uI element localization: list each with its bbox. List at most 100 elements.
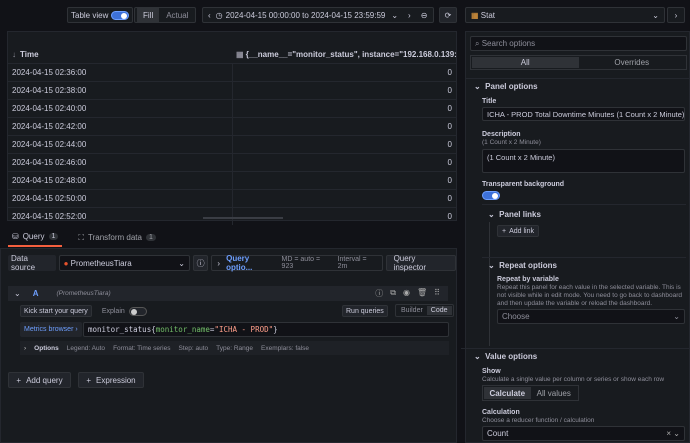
chevron-down-icon: ⌄ bbox=[673, 429, 680, 438]
run-queries-button[interactable]: Run queries bbox=[342, 305, 388, 317]
visualization-name: Stat bbox=[480, 10, 496, 20]
time-cell: 2024-04-15 02:40:00 bbox=[8, 100, 233, 117]
clear-icon[interactable]: × bbox=[666, 429, 671, 438]
transparent-label: Transparent background bbox=[482, 181, 565, 188]
interval-value: Interval = 2m bbox=[337, 256, 367, 270]
description-label: Description bbox=[482, 131, 521, 138]
clock-icon: ◷ bbox=[215, 10, 223, 20]
column-header-time[interactable]: Time bbox=[20, 50, 39, 59]
add-expression-button[interactable]: + Expression bbox=[78, 372, 144, 388]
data-source-name: PrometheusTiara bbox=[70, 258, 132, 268]
query-inspector-button[interactable]: Query inspector bbox=[385, 254, 456, 272]
visualization-picker[interactable]: ▦ Stat ⌄ bbox=[465, 7, 665, 23]
expand-icon: › bbox=[24, 344, 27, 352]
time-cell: 2024-04-15 02:46:00 bbox=[8, 154, 233, 171]
options-pane: ▦ Stat ⌄ › ⌕ Search options All Overrides… bbox=[460, 0, 690, 443]
prometheus-icon: ● bbox=[63, 258, 69, 268]
drag-handle-icon[interactable]: ⠿ bbox=[434, 288, 440, 299]
refresh-button[interactable]: ⟳ bbox=[439, 7, 457, 23]
table-row: 2024-04-15 02:40:00 0 bbox=[8, 99, 456, 117]
time-cell: 2024-04-15 02:36:00 bbox=[8, 64, 233, 81]
table-row: 2024-04-15 02:36:00 0 bbox=[8, 63, 456, 81]
time-back-button[interactable]: ‹ bbox=[203, 11, 216, 20]
repeat-variable-select[interactable]: Choose ⌄ bbox=[497, 309, 685, 324]
search-placeholder: Search options bbox=[481, 39, 536, 48]
chevron-down-icon[interactable]: ⌄ bbox=[391, 11, 398, 20]
query-editor-panel: Data source ● PrometheusTiara ⌄ ⓘ › Query … bbox=[0, 248, 457, 443]
explain-toggle[interactable] bbox=[128, 306, 147, 316]
stat-icon: ▦ bbox=[471, 10, 479, 20]
calculate-option[interactable]: Calculate bbox=[484, 387, 531, 399]
actual-button[interactable]: Actual bbox=[161, 8, 193, 23]
collapse-pane-button[interactable]: › bbox=[667, 7, 685, 23]
table-header: ↓ Time ▦ {__name__="monitor_status", inst… bbox=[8, 45, 456, 63]
table-row: 2024-04-15 02:52:00 0 bbox=[8, 207, 456, 225]
time-cell: 2024-04-15 02:44:00 bbox=[8, 136, 233, 153]
query-row-header[interactable]: ⌄ A (PrometheusTiara) ⓘ ⧉ ◉ 🗑 ⠿ bbox=[8, 286, 448, 301]
time-cell: 2024-04-15 02:52:00 bbox=[8, 208, 233, 225]
time-range-button[interactable]: 2024-04-15 00:00:00 to 2024-04-15 23:59:… bbox=[226, 11, 386, 20]
tab-transform-label: Transform data bbox=[88, 233, 142, 242]
data-source-help-button[interactable]: ⓘ bbox=[192, 255, 209, 271]
repeat-options-header[interactable]: ⌄ Repeat options bbox=[488, 261, 557, 270]
help-icon[interactable]: ⓘ bbox=[375, 288, 383, 299]
table-view-toggle[interactable]: Table view bbox=[67, 7, 134, 23]
zoom-out-icon[interactable]: ⊖ bbox=[421, 11, 428, 20]
query-options-button[interactable]: › Query optio... MD = auto = 923 Interval =… bbox=[211, 254, 383, 272]
add-link-button[interactable]: + Add link bbox=[497, 225, 539, 237]
sort-icon: ↓ bbox=[12, 49, 16, 59]
expression-label: Expression bbox=[96, 375, 136, 385]
search-options-input[interactable]: ⌕ Search options bbox=[470, 36, 687, 51]
promql-input[interactable]: monitor_status{monitor_name = "ICHA - PROD… bbox=[83, 322, 449, 337]
metrics-browser-button[interactable]: Metrics browser › bbox=[20, 322, 82, 337]
calculation-select[interactable]: Count × ⌄ bbox=[482, 426, 685, 441]
eye-icon[interactable]: ◉ bbox=[403, 288, 410, 299]
query-options-row[interactable]: › Options Legend: Auto Format: Time seri… bbox=[20, 341, 449, 355]
time-cell: 2024-04-15 02:42:00 bbox=[8, 118, 233, 135]
fill-actual-group: Fill Actual bbox=[134, 7, 197, 23]
exemplars-option: Exemplars: false bbox=[261, 344, 310, 352]
table-view-switch[interactable] bbox=[111, 10, 130, 20]
fill-button[interactable]: Fill bbox=[137, 7, 160, 23]
time-picker: ‹ ◷ 2024-04-15 00:00:00 to 2024-04-15 23… bbox=[202, 7, 434, 23]
horizontal-scrollbar[interactable] bbox=[203, 217, 283, 219]
time-forward-button[interactable]: › bbox=[408, 11, 411, 20]
panel-links-label: Panel links bbox=[499, 210, 541, 219]
data-source-label: Data source bbox=[8, 254, 56, 272]
table-view-label: Table view bbox=[71, 10, 109, 20]
tab-all[interactable]: All bbox=[472, 57, 579, 68]
trash-icon[interactable]: 🗑 bbox=[417, 288, 427, 299]
show-description: Calculate a single value per column or s… bbox=[482, 376, 665, 383]
all-values-option[interactable]: All values bbox=[531, 387, 578, 399]
transform-icon: ⛶ bbox=[78, 232, 85, 242]
kick-start-button[interactable]: Kick start your query bbox=[20, 305, 92, 317]
add-link-label: Add link bbox=[509, 227, 534, 235]
tab-overrides[interactable]: Overrides bbox=[579, 57, 686, 68]
database-icon: ⛁ bbox=[12, 232, 19, 241]
refresh-icon: ⟳ bbox=[444, 10, 452, 20]
tab-transform[interactable]: ⛶ Transform data 1 bbox=[74, 230, 159, 247]
calculation-label: Calculation bbox=[482, 409, 520, 416]
chevron-down-icon: ⌄ bbox=[673, 312, 680, 321]
value-cell: 0 bbox=[447, 194, 452, 203]
add-query-button[interactable]: + Add query bbox=[8, 372, 71, 388]
query-ref-id[interactable]: A bbox=[33, 289, 39, 298]
code-mode-button[interactable]: Code bbox=[426, 306, 452, 315]
collapse-icon[interactable]: ⌄ bbox=[14, 289, 21, 298]
panel-options-header[interactable]: ⌄ Panel options bbox=[474, 82, 538, 91]
duplicate-icon[interactable]: ⧉ bbox=[390, 288, 396, 299]
editor-tabs: ⛁ Query 1 ⛶ Transform data 1 bbox=[8, 230, 160, 247]
transparent-toggle[interactable] bbox=[482, 191, 500, 200]
add-query-label: Add query bbox=[26, 375, 63, 385]
data-source-picker[interactable]: ● PrometheusTiara ⌄ bbox=[58, 255, 190, 271]
tab-query[interactable]: ⛁ Query 1 bbox=[8, 230, 63, 247]
value-options-header[interactable]: ⌄ Value options bbox=[474, 352, 537, 361]
repeat-description: Repeat this panel for each value in the … bbox=[497, 284, 683, 307]
column-header-series[interactable]: {__name__="monitor_status", instance="19… bbox=[246, 50, 456, 59]
value-cell: 0 bbox=[447, 104, 452, 113]
description-textarea[interactable]: (1 Count x 2 Minute) bbox=[482, 149, 685, 173]
panel-links-header[interactable]: ⌄ Panel links bbox=[488, 210, 541, 219]
options-label: Options bbox=[34, 344, 59, 352]
title-input[interactable]: ICHA - PROD Total Downtime Minutes (1 Co… bbox=[482, 107, 685, 121]
builder-mode-button[interactable]: Builder bbox=[397, 307, 427, 314]
